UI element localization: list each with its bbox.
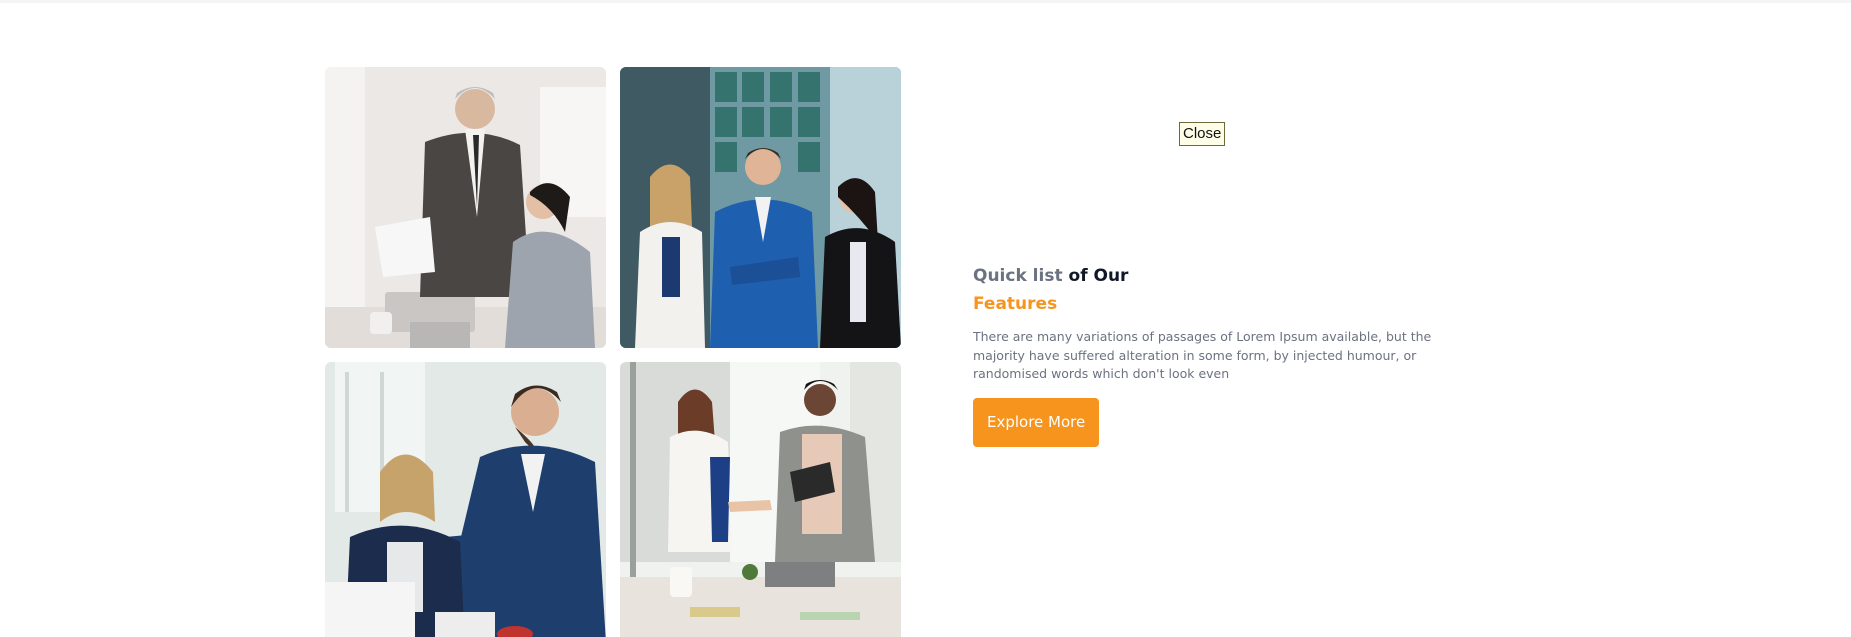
- photo-business-team: [620, 67, 901, 348]
- heading-quick-list: Quick list: [973, 266, 1063, 286]
- photo-gallery: [325, 67, 901, 637]
- features-section: Quick list of Our Features There are man…: [973, 262, 1473, 447]
- section-description: There are many variations of passages of…: [973, 329, 1432, 381]
- close-button[interactable]: Close: [1179, 122, 1226, 146]
- photo-laptop-collaboration: [325, 362, 606, 637]
- heading-of-our: of Our: [1062, 266, 1129, 286]
- top-border: [0, 0, 1851, 3]
- photo-office-meeting: [325, 67, 606, 348]
- photo-handshake: [620, 362, 901, 637]
- heading-features: Features: [973, 294, 1058, 314]
- explore-more-button[interactable]: Explore More: [973, 397, 1100, 447]
- section-heading: Quick list of Our Features: [973, 262, 1473, 318]
